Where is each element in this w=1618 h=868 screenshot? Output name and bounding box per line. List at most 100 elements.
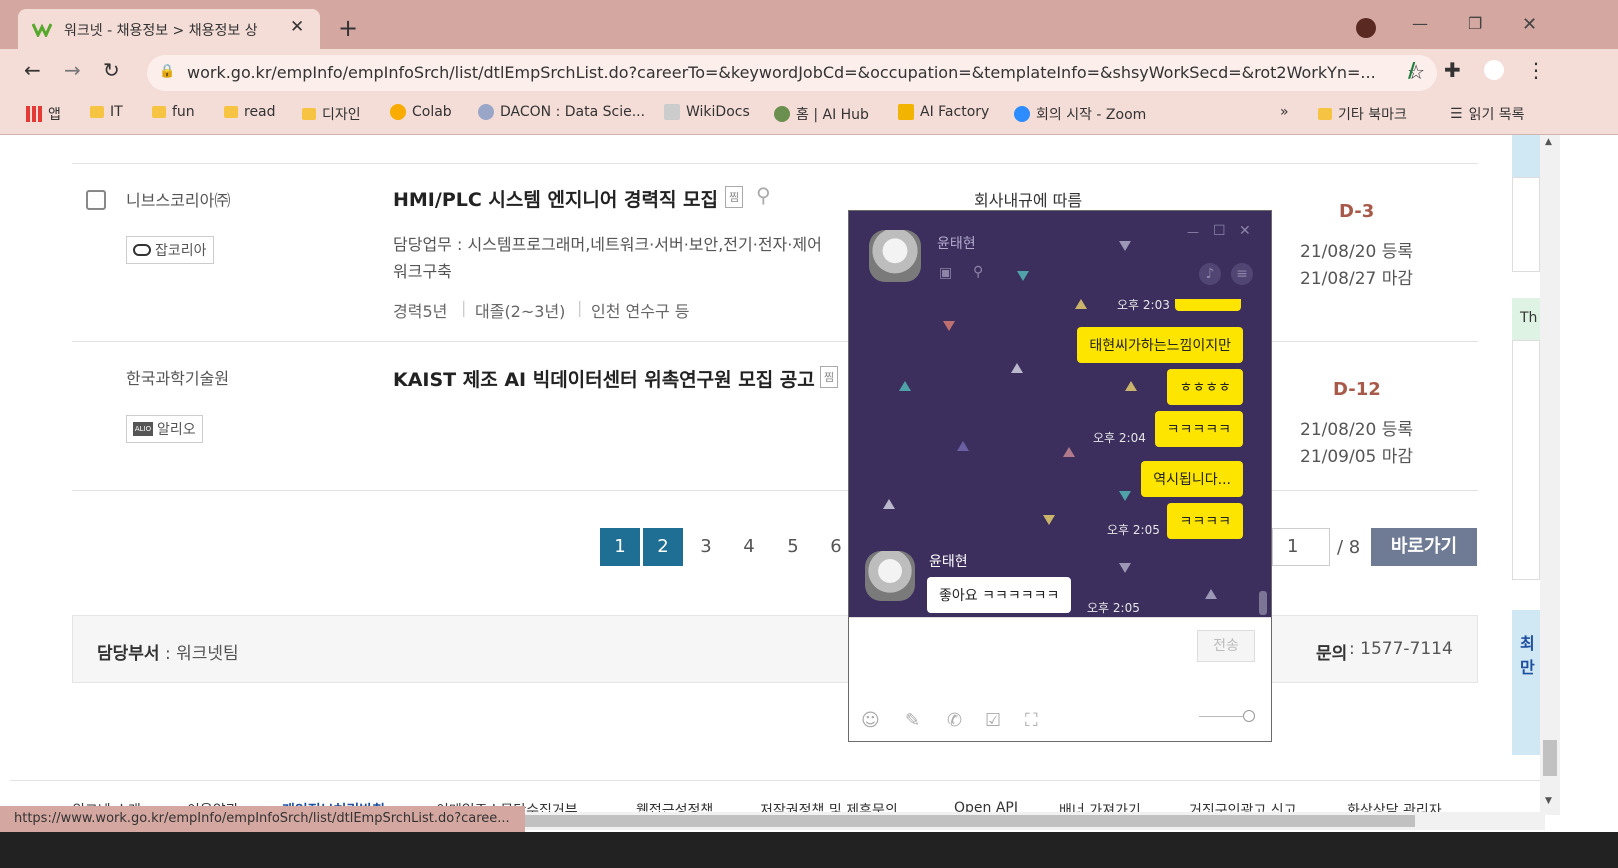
aihub-icon bbox=[774, 106, 790, 122]
reload-icon[interactable]: ↻ bbox=[103, 58, 120, 82]
attach-file-icon[interactable]: ✎ bbox=[905, 710, 920, 731]
url-text[interactable]: work.go.kr/empInfo/empInfoSrch/list/dtlE… bbox=[187, 63, 1387, 82]
address-bar[interactable]: 🔒 work.go.kr/empInfo/empInfoSrch/list/dt… bbox=[147, 55, 1437, 91]
opacity-slider-track[interactable] bbox=[1199, 716, 1243, 717]
forward-icon[interactable]: → bbox=[64, 58, 81, 82]
message-bubble[interactable]: 역시됩니다... bbox=[1141, 461, 1243, 497]
horizontal-scroll-thumb[interactable] bbox=[525, 815, 1415, 827]
chat-minimize-icon[interactable]: — bbox=[1187, 225, 1199, 239]
bookmark-aihub[interactable]: 홈 | AI Hub bbox=[774, 104, 869, 124]
bookmark-read[interactable]: read bbox=[224, 104, 276, 120]
message-bubble[interactable]: ㅋㅋㅋㅋㅋ bbox=[1154, 411, 1243, 447]
favorite-badge[interactable]: 찜 bbox=[725, 186, 744, 208]
decor-triangle bbox=[1075, 299, 1087, 309]
contact-label: 문의 bbox=[1316, 644, 1348, 664]
extension-pen-icon[interactable]: / bbox=[1408, 58, 1415, 82]
calendar-icon[interactable]: ☑ bbox=[985, 710, 1001, 731]
page-5-button[interactable]: 5 bbox=[773, 528, 813, 566]
message-bubble[interactable]: 태현씨가하는느낌이지만 bbox=[1077, 327, 1243, 363]
worknet-favicon-icon bbox=[32, 23, 52, 37]
back-icon[interactable]: ← bbox=[24, 58, 41, 82]
job-registered: 21/08/20 등록 bbox=[1300, 420, 1414, 440]
company-name[interactable]: 니브스코리아㈜ bbox=[126, 187, 230, 211]
folder-icon bbox=[90, 106, 104, 118]
chat-input-area[interactable]: 전송 ☺ ✎ ✆ ☑ ⛶ bbox=[849, 617, 1271, 741]
job-title[interactable]: KAIST 제조 AI 빅데이터센터 위촉연구원 모집 공고 bbox=[393, 365, 815, 392]
page-total: / 8 bbox=[1337, 537, 1361, 558]
window-close-icon[interactable]: ✕ bbox=[1522, 14, 1537, 35]
capture-icon[interactable]: ⛶ bbox=[1025, 710, 1038, 731]
chat-search-icon[interactable]: ⚲ bbox=[973, 264, 983, 280]
call-icon[interactable]: ✆ bbox=[947, 710, 962, 731]
message-bubble[interactable]: ㅎㅎㅎㅎ bbox=[1167, 369, 1243, 405]
chat-drawer-icon[interactable]: ▣ bbox=[939, 265, 952, 281]
reading-list[interactable]: ☰ 읽기 목록 bbox=[1450, 104, 1525, 124]
source-badge[interactable]: 잡코리아 bbox=[126, 236, 214, 264]
chat-window[interactable]: 윤태현 ▣ ⚲ — ☐ ✕ ♪ ≡ 오후 2:03 태현씨가하는느낌이지만 ㅎㅎ… bbox=[848, 210, 1272, 742]
decor-triangle bbox=[943, 321, 955, 331]
aifactory-icon bbox=[898, 104, 914, 120]
side-banner[interactable] bbox=[1512, 135, 1540, 177]
chat-maximize-icon[interactable]: ☐ bbox=[1213, 223, 1226, 239]
chat-scroll-thumb[interactable] bbox=[1259, 591, 1267, 615]
message-bubble[interactable]: 좋아요 ㅋㅋㅋㅋㅋㅋ bbox=[927, 577, 1072, 613]
chat-partner-name: 윤태현 bbox=[937, 236, 976, 252]
job-education: 대졸(2~3년) bbox=[475, 302, 566, 321]
bookmark-dacon[interactable]: DACON : Data Scie... bbox=[478, 104, 645, 120]
job-title[interactable]: HMI/PLC 시스템 엔지니어 경력직 모집 bbox=[393, 185, 718, 212]
page-3-button[interactable]: 3 bbox=[686, 528, 726, 566]
job-dday: D-3 bbox=[1339, 201, 1375, 222]
minimize-icon[interactable]: — bbox=[1412, 14, 1428, 33]
chat-notification-icon[interactable]: ♪ bbox=[1199, 263, 1221, 285]
vertical-scroll-thumb[interactable] bbox=[1543, 740, 1557, 776]
restore-icon[interactable]: ❐ bbox=[1468, 14, 1482, 33]
bookmark-colab[interactable]: Colab bbox=[390, 104, 452, 120]
tab-close-icon[interactable]: ✕ bbox=[290, 17, 304, 37]
send-button[interactable]: 전송 bbox=[1197, 630, 1255, 662]
opacity-slider-handle[interactable] bbox=[1243, 710, 1255, 722]
chat-avatar[interactable] bbox=[869, 230, 921, 282]
profile-avatar[interactable] bbox=[1484, 60, 1504, 80]
bookmark-zoom[interactable]: 회의 시작 - Zoom bbox=[1014, 104, 1146, 124]
job-select-checkbox[interactable] bbox=[86, 190, 106, 210]
decor-triangle bbox=[1017, 271, 1029, 281]
company-name[interactable]: 한국과학기술원 bbox=[126, 365, 229, 389]
source-badge[interactable]: ALIO 알리오 bbox=[126, 415, 203, 443]
separator: | bbox=[577, 298, 583, 317]
bookmarks-more-icon[interactable]: » bbox=[1280, 104, 1289, 120]
scroll-down-icon[interactable]: ▼ bbox=[1545, 796, 1552, 806]
scroll-up-icon[interactable]: ▲ bbox=[1545, 137, 1552, 147]
sender-avatar[interactable] bbox=[865, 551, 915, 601]
bookmark-design[interactable]: 디자인 bbox=[302, 104, 361, 124]
job-deadline: 21/08/27 마감 bbox=[1300, 269, 1414, 289]
favorite-badge[interactable]: 찜 bbox=[820, 366, 839, 388]
menu-kebab-icon[interactable]: ⋮ bbox=[1526, 58, 1546, 82]
vertical-scrollbar[interactable] bbox=[1540, 135, 1560, 815]
bookmark-it[interactable]: IT bbox=[90, 104, 123, 120]
colab-icon bbox=[390, 104, 406, 120]
new-tab-button[interactable]: + bbox=[338, 14, 358, 42]
page-4-button[interactable]: 4 bbox=[729, 528, 769, 566]
profile-dropdown-icon[interactable] bbox=[1356, 18, 1376, 38]
chat-menu-icon[interactable]: ≡ bbox=[1231, 263, 1253, 285]
page-goto-input[interactable]: 1 bbox=[1272, 528, 1330, 566]
zoom-icon bbox=[1014, 106, 1030, 122]
goto-button[interactable]: 바로가기 bbox=[1371, 528, 1477, 566]
other-bookmarks[interactable]: 기타 북마크 bbox=[1318, 104, 1407, 124]
page-1-button[interactable]: 1 bbox=[600, 528, 640, 566]
chat-close-icon[interactable]: ✕ bbox=[1239, 223, 1251, 239]
side-quick-banner[interactable]: 최만 bbox=[1512, 610, 1540, 755]
bookmark-wikidocs[interactable]: WikiDocs bbox=[664, 104, 750, 120]
message-bubble[interactable]: ㅋㅋㅋㅋ bbox=[1167, 503, 1243, 539]
page-2-button[interactable]: 2 bbox=[643, 528, 683, 566]
browser-tab[interactable]: 워크넷 - 채용정보 > 채용정보 상 ✕ bbox=[18, 9, 320, 49]
job-salary: 회사내규에 따름 bbox=[974, 191, 1083, 210]
search-icon[interactable]: ⚲ bbox=[756, 183, 771, 207]
bookmark-apps[interactable]: 앱 bbox=[26, 104, 61, 124]
bookmark-aifactory[interactable]: AI Factory bbox=[898, 104, 989, 120]
extensions-puzzle-icon[interactable]: ✚ bbox=[1444, 58, 1461, 82]
bookmark-fun[interactable]: fun bbox=[152, 104, 195, 120]
side-tab[interactable]: Th bbox=[1512, 298, 1540, 340]
emoticon-icon[interactable]: ☺ bbox=[861, 710, 880, 731]
chat-messages[interactable]: 오후 2:03 태현씨가하는느낌이지만 ㅎㅎㅎㅎ ㅋㅋㅋㅋㅋ 오후 2:04 역… bbox=[849, 299, 1271, 617]
